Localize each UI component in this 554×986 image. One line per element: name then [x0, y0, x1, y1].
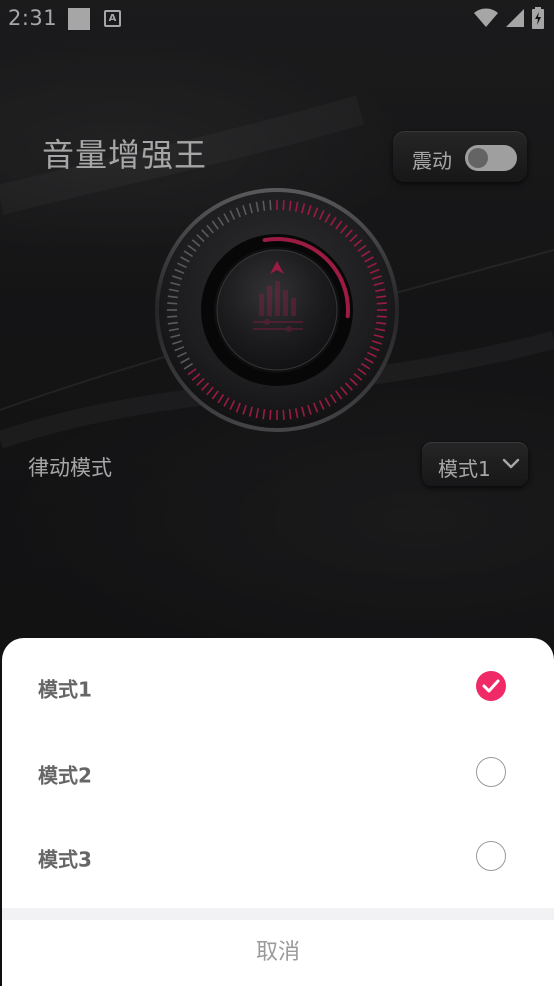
sheet-divider	[2, 908, 554, 920]
mode-option-label: 模式3	[38, 847, 92, 872]
mode-option-3[interactable]: 模式3	[2, 818, 554, 902]
mode-option-label: 模式2	[38, 763, 92, 788]
checked-circle-icon	[476, 671, 506, 701]
mode-option-label: 模式1	[38, 677, 92, 702]
radio-circle-icon	[476, 841, 506, 871]
mode-picker-sheet: 模式1 模式2 模式3 取消	[2, 638, 554, 986]
radio-circle-icon	[476, 757, 506, 787]
mode-option-2[interactable]: 模式2	[2, 734, 554, 818]
cancel-button[interactable]: 取消	[2, 920, 554, 986]
mode-option-1[interactable]: 模式1	[2, 648, 554, 732]
